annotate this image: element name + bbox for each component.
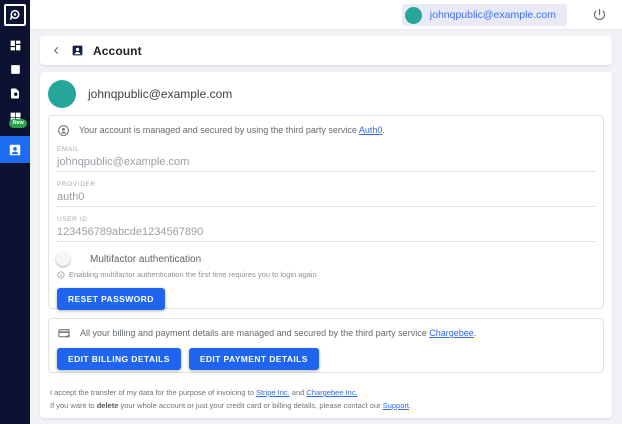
auth-notice-suffix: . [382, 125, 385, 135]
document-icon [9, 87, 21, 100]
mfa-toggle[interactable] [57, 254, 77, 265]
mfa-toggle-knob [56, 252, 70, 266]
billing-buttons: EDIT BILLING DETAILS EDIT PAYMENT DETAIL… [57, 348, 595, 370]
legal-footer: I accept the transfer of my data for the… [50, 386, 411, 412]
footer-line1-prefix: I accept the transfer of my data for the… [50, 388, 256, 397]
chargebee-link[interactable]: Chargebee [429, 328, 474, 338]
footer-line-1: I accept the transfer of my data for the… [50, 386, 411, 399]
sidebar-item-account[interactable] [0, 136, 30, 163]
footer-line2-mid: your whole account or just your credit c… [118, 401, 382, 410]
topbar: johnqpublic@example.com [30, 0, 622, 30]
profile-avatar [48, 80, 76, 108]
mfa-label: Multifactor authentication [90, 254, 201, 265]
auth-person-icon [57, 124, 70, 137]
account-icon [8, 143, 22, 157]
auth0-link[interactable]: Auth0 [359, 125, 383, 135]
user-email: johnqpublic@example.com [430, 9, 556, 21]
edit-billing-details-button[interactable]: EDIT BILLING DETAILS [57, 348, 181, 370]
dashboard-icon [9, 39, 22, 52]
auth-section: Your account is managed and secured by u… [48, 115, 604, 309]
power-icon [592, 7, 609, 22]
reset-password-button[interactable]: RESET PASSWORD [57, 288, 165, 310]
page-title: Account [93, 44, 142, 58]
mfa-info-row: Enabling multifactor authentication the … [57, 270, 595, 279]
user-id-field[interactable]: 123456789abcde1234567890 [57, 224, 595, 242]
provider-field-label: PROVIDER [57, 181, 595, 189]
sidebar-item-screens[interactable] [0, 57, 30, 82]
user-menu-chip[interactable]: johnqpublic@example.com [402, 4, 567, 26]
chevron-left-icon [51, 45, 62, 56]
account-header-icon [71, 44, 84, 57]
auth-notice: Your account is managed and secured by u… [57, 124, 595, 137]
mfa-info-text: Enabling multifactor authentication the … [69, 270, 317, 279]
billing-section: All your billing and payment details are… [48, 318, 604, 373]
info-icon [57, 271, 65, 279]
footer-line2-prefix: If you want to [50, 401, 97, 410]
mfa-row: Multifactor authentication [57, 254, 595, 265]
billing-notice-prefix: All your billing and payment details are… [80, 328, 429, 338]
email-field-group: EMAIL johnqpublic@example.com [57, 146, 595, 172]
app-logo[interactable] [4, 4, 26, 26]
sidebar-item-documents[interactable] [0, 81, 30, 106]
user-avatar [405, 7, 422, 24]
account-card: johnqpublic@example.com Your account is … [40, 72, 612, 418]
new-feature-badge: New [9, 119, 27, 128]
footer-line1-mid: and [290, 388, 307, 397]
square-icon [9, 63, 22, 76]
stripe-link[interactable]: Stripe Inc. [256, 388, 290, 397]
sidebar-item-dashboard[interactable] [0, 33, 30, 58]
provider-field[interactable]: auth0 [57, 189, 595, 207]
billing-notice-text: All your billing and payment details are… [80, 327, 476, 340]
footer-line2-suffix: . [409, 401, 411, 410]
page-header: Account [40, 36, 612, 65]
edit-payment-details-button[interactable]: EDIT PAYMENT DETAILS [189, 348, 319, 370]
logo-spiral-icon [8, 8, 22, 22]
back-button[interactable] [51, 45, 62, 56]
support-link[interactable]: Support [383, 401, 409, 410]
user-id-field-group: USER ID 123456789abcde1234567890 [57, 216, 595, 242]
footer-line2-delete: delete [97, 401, 119, 410]
logout-power-button[interactable] [592, 6, 609, 23]
billing-notice-suffix: . [474, 328, 477, 338]
provider-field-group: PROVIDER auth0 [57, 181, 595, 207]
user-id-field-label: USER ID [57, 216, 595, 224]
sidebar: New [0, 0, 30, 424]
footer-line-2: If you want to delete your whole account… [50, 399, 411, 412]
auth-notice-text: Your account is managed and secured by u… [79, 124, 385, 137]
credit-card-icon [57, 327, 71, 340]
email-field-label: EMAIL [57, 146, 595, 154]
chargebee-inc-link[interactable]: Chargebee Inc. [306, 388, 357, 397]
profile-email: johnqpublic@example.com [88, 87, 232, 101]
auth-notice-prefix: Your account is managed and secured by u… [79, 125, 359, 135]
billing-notice: All your billing and payment details are… [57, 327, 595, 340]
email-field[interactable]: johnqpublic@example.com [57, 154, 595, 172]
